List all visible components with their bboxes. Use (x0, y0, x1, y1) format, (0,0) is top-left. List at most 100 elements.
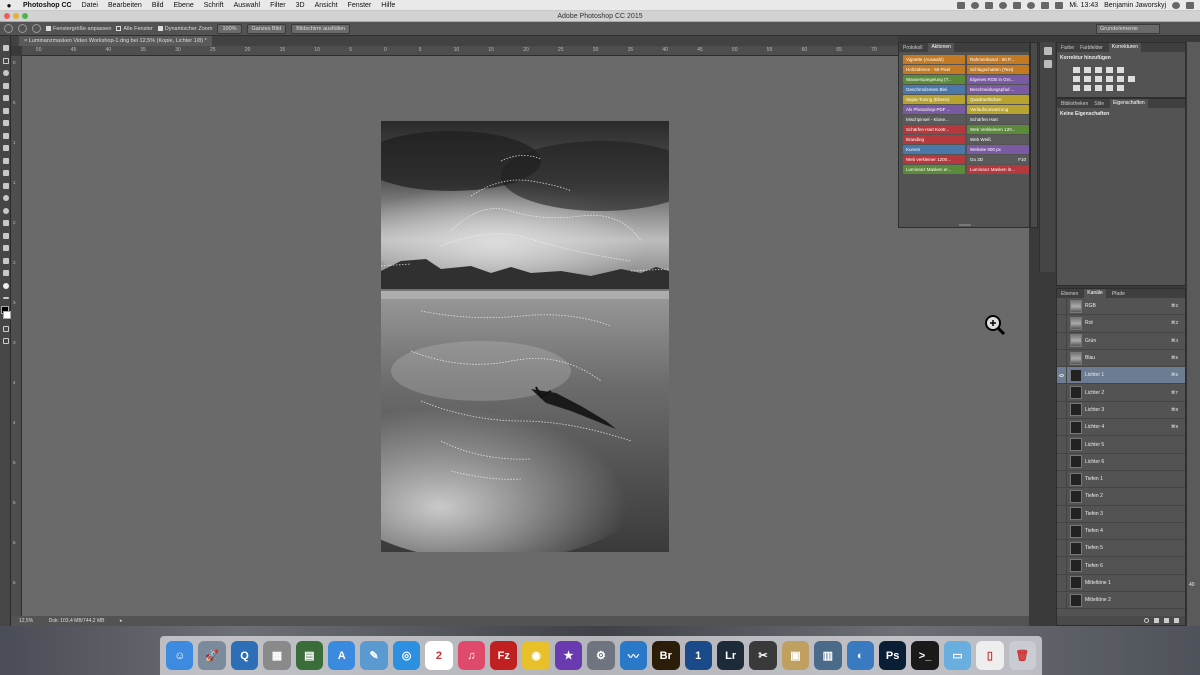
history-panel-icon[interactable] (1043, 47, 1052, 55)
zoom-window-icon[interactable] (22, 13, 28, 19)
scrubby-zoom-checkbox[interactable]: Dynamischer Zoom (157, 26, 212, 32)
channel-row[interactable]: Tiefen 5 (1057, 540, 1185, 558)
channel-row[interactable]: Tiefen 2 (1057, 488, 1185, 506)
color-balance-icon[interactable] (1084, 76, 1091, 82)
terminal-icon[interactable]: >_ (911, 641, 939, 670)
itunes-icon[interactable]: ♫ (457, 641, 486, 670)
curves-icon[interactable] (1095, 67, 1102, 73)
action-button[interactable]: Web Weiß (967, 135, 1029, 144)
menu-datei[interactable]: Datei (77, 2, 103, 9)
vertical-ruler[interactable]: 0 5 1 1 2 2 3 3 4 4 5 5 6 6 (11, 56, 22, 616)
channel-row[interactable]: Mitteltöne 1 (1057, 574, 1185, 593)
battery-icon[interactable] (1055, 1, 1064, 9)
channel-row[interactable]: Tiefen 4 (1057, 522, 1185, 541)
action-button[interactable]: Kurven (903, 145, 965, 154)
threshold-icon[interactable] (1095, 85, 1102, 91)
status-doc-size[interactable]: Dok: 103,4 MB/744,2 MB (49, 618, 105, 624)
fit-screen-button[interactable]: Ganzes Bild (246, 23, 287, 34)
document-image[interactable] (381, 121, 669, 552)
zoom-100-button[interactable]: 100% (217, 23, 242, 34)
screen-sharing-icon[interactable]: ◐ (846, 641, 874, 670)
menu-fenster[interactable]: Fenster (343, 2, 377, 9)
channel-row[interactable]: Tiefen 6 (1057, 557, 1185, 575)
menu-ebene[interactable]: Ebene (169, 2, 199, 9)
tab-farbe[interactable]: Farbe (1061, 45, 1074, 51)
action-button[interactable]: Schlagschatten (Text) (967, 65, 1029, 74)
action-button[interactable]: Luminanz Masken lö... (967, 165, 1029, 174)
sync-icon[interactable] (971, 1, 980, 9)
action-button[interactable]: Rahmenkanal - 50 P... (967, 55, 1029, 64)
action-button[interactable]: Web verkleiner 1200... (903, 155, 965, 164)
visibility-eye-icon[interactable] (1057, 298, 1067, 315)
preview-icon[interactable]: ✎ (360, 641, 388, 670)
zoom-tool-preset-icon[interactable] (4, 24, 13, 33)
visibility-eye-icon[interactable] (1057, 540, 1067, 557)
fill-screen-button[interactable]: Bildschirm ausfüllen (291, 23, 351, 34)
all-windows-checkbox[interactable]: Alle Fenster (116, 26, 153, 32)
action-button[interactable]: Als Photoshop-PDF ... (903, 105, 965, 114)
actions-scrollbar[interactable] (1030, 42, 1038, 228)
tab-korrekturen[interactable]: Korrekturen (1108, 43, 1141, 52)
panel-resize-grip[interactable] (959, 224, 971, 226)
vibrance-icon[interactable] (1117, 67, 1124, 73)
tab-ebenen[interactable]: Ebenen (1061, 291, 1078, 297)
load-selection-icon[interactable] (1144, 618, 1149, 623)
photoshop-icon[interactable]: Ps (878, 641, 907, 670)
visibility-eye-icon[interactable] (1057, 592, 1067, 609)
fit-window-checkbox[interactable]: Fenstergröße anpassen (46, 26, 111, 32)
bridge-icon[interactable]: Br (652, 641, 680, 670)
channel-row[interactable]: Lichter 6 (1057, 453, 1185, 471)
canvas-area[interactable] (22, 56, 1029, 616)
screen-mode-icon[interactable] (0, 335, 11, 348)
wifi-icon[interactable] (1027, 1, 1036, 9)
visibility-eye-icon[interactable] (1057, 436, 1067, 453)
channel-row[interactable]: Lichter 1 ⌘6 (1057, 367, 1185, 385)
lightroom-icon[interactable]: Lr (716, 641, 745, 670)
blur-tool-icon[interactable] (0, 192, 11, 205)
new-channel-icon[interactable] (1164, 618, 1169, 623)
channel-row[interactable]: Rot ⌘3 (1057, 315, 1185, 333)
levels-icon[interactable] (1084, 67, 1091, 73)
mission-control-icon[interactable]: ▤ (295, 641, 324, 670)
system-preferences-icon[interactable]: ⚙ (587, 641, 615, 670)
eraser-tool-icon[interactable] (0, 167, 11, 180)
visibility-eye-icon[interactable] (1057, 470, 1067, 488)
zoom-out-icon[interactable] (32, 24, 41, 33)
menu-bearbeiten[interactable]: Bearbeiten (103, 2, 147, 9)
channel-row[interactable]: Tiefen 1 (1057, 470, 1185, 489)
menu-schrift[interactable]: Schrift (199, 2, 229, 9)
dodge-tool-icon[interactable] (0, 205, 11, 218)
visibility-eye-icon[interactable] (1057, 453, 1067, 470)
final-cut-icon[interactable]: ✂ (749, 641, 777, 670)
zoom-in-icon[interactable] (18, 24, 27, 33)
horizontal-ruler[interactable]: 50 45 40 35 30 25 20 15 10 5 0 5 10 15 20 25 30 35 40 45 50 5… (22, 46, 898, 56)
visibility-eye-icon[interactable] (1057, 557, 1067, 574)
quicktime-icon[interactable]: Q (230, 641, 259, 670)
volume-icon[interactable] (1041, 1, 1050, 9)
channel-row[interactable]: Lichter 5 (1057, 436, 1185, 454)
selective-color-icon[interactable] (1117, 85, 1124, 91)
channel-row[interactable]: Grün ⌘4 (1057, 332, 1185, 350)
tab-protokoll[interactable]: Protokoll (903, 45, 922, 51)
channel-mixer-icon[interactable] (1117, 76, 1124, 82)
visibility-eye-icon[interactable] (1057, 574, 1067, 592)
hand-tool-icon[interactable] (0, 267, 11, 280)
menubar-clock[interactable]: Mi. 13:43 (1069, 2, 1098, 9)
history-brush-tool-icon[interactable] (0, 155, 11, 168)
menu-auswahl[interactable]: Auswahl (229, 2, 265, 9)
action-button[interactable]: Branding (903, 135, 965, 144)
delete-channel-icon[interactable] (1174, 618, 1179, 623)
channel-row[interactable]: Blau ⌘5 (1057, 349, 1185, 368)
trash-icon[interactable]: 🗑 (1008, 641, 1036, 670)
posterize-icon[interactable] (1084, 85, 1091, 91)
visibility-eye-icon[interactable] (1057, 419, 1067, 436)
finder-icon[interactable]: ☺ (166, 641, 194, 670)
lasso-tool-icon[interactable] (0, 67, 11, 80)
dropbox-icon[interactable] (957, 1, 966, 9)
move-tool-icon[interactable] (0, 42, 11, 55)
visibility-eye-icon[interactable] (1057, 332, 1067, 349)
action-button[interactable]: Sepia-Toning (Ebene) (903, 95, 965, 104)
action-button[interactable]: Quadrantfarben (967, 95, 1029, 104)
apple-menu-icon[interactable]: ● (0, 1, 18, 10)
black-white-icon[interactable] (1095, 76, 1102, 82)
